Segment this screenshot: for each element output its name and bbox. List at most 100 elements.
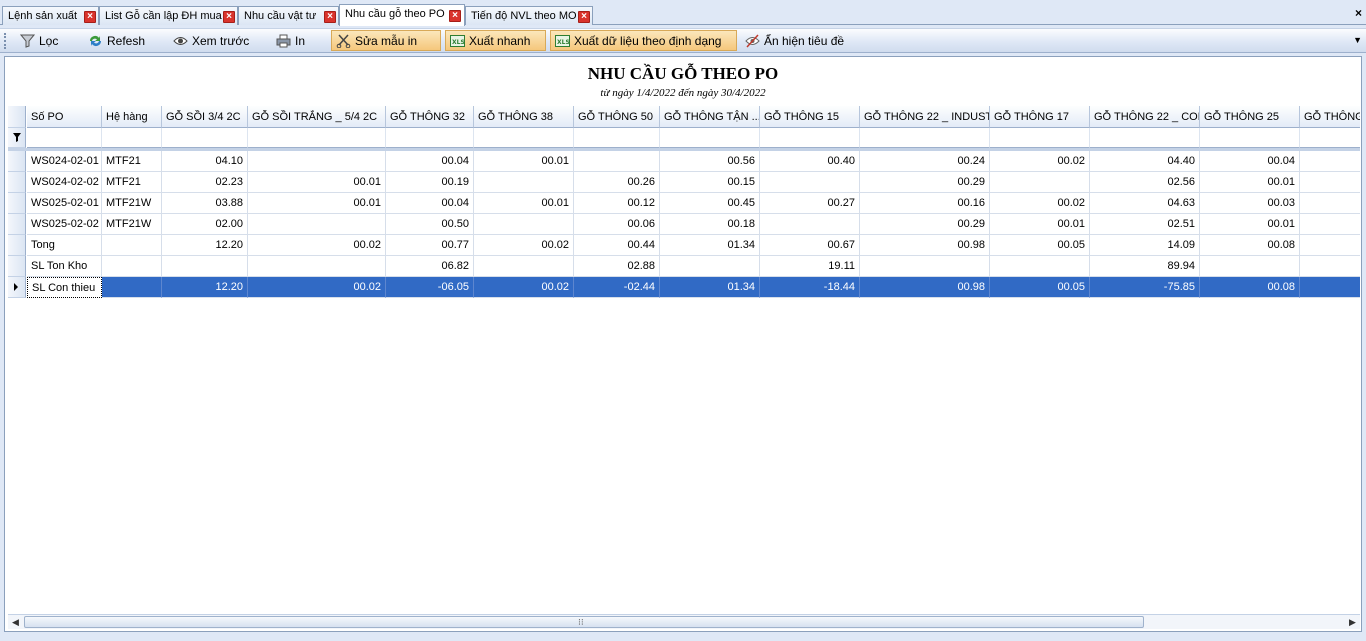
close-icon[interactable]: × [84,11,96,23]
filter-cell[interactable] [760,128,860,148]
table-cell[interactable] [990,256,1090,277]
table-cell[interactable] [1300,214,1360,235]
table-cell[interactable] [474,256,574,277]
row-selector[interactable] [8,235,26,256]
table-cell[interactable]: 00.01 [1200,214,1300,235]
table-cell[interactable]: 00.05 [990,235,1090,256]
row-selector[interactable] [8,214,26,235]
tab-nhu-cau-vat-tu[interactable]: Nhu cầu vật tư × [238,6,339,25]
close-icon[interactable]: × [223,11,235,23]
row-selector[interactable] [8,256,26,277]
table-cell[interactable]: 00.40 [760,151,860,172]
table-cell[interactable]: 00.01 [474,193,574,214]
preview-button[interactable]: Xem trước [169,31,253,51]
table-cell[interactable]: 00.29 [860,172,990,193]
table-cell[interactable] [474,214,574,235]
column-header[interactable]: GỖ SỒI 3/4 2C [162,106,248,128]
table-cell[interactable] [248,151,386,172]
filter-cell[interactable] [162,128,248,148]
column-header[interactable]: GỖ THÔNG 50 [574,106,660,128]
table-cell[interactable]: 00.50 [386,214,474,235]
table-cell[interactable]: 89.94 [1090,256,1200,277]
table-cell[interactable]: 02.00 [162,214,248,235]
row-selector[interactable] [8,172,26,193]
tab-tien-do-nvl-theo-mo[interactable]: Tiến độ NVL theo MO × [465,6,593,25]
column-header[interactable]: GỖ THÔNG 2 [1300,106,1360,128]
column-header[interactable]: GỖ THÔNG 22 _ COL [1090,106,1200,128]
filter-cell[interactable] [1090,128,1200,148]
edit-template-button[interactable]: Sửa mẫu in [331,30,441,51]
filter-cell[interactable] [860,128,990,148]
table-cell[interactable]: 04.63 [1090,193,1200,214]
table-cell[interactable] [760,214,860,235]
table-cell[interactable]: 14.09 [1090,235,1200,256]
table-cell[interactable]: WS024-02-02 [27,172,102,193]
table-cell[interactable]: 00.12 [574,193,660,214]
row-selector[interactable] [8,151,26,172]
table-cell[interactable]: 02.23 [162,172,248,193]
table-cell[interactable]: Tong [27,235,102,256]
table-cell[interactable]: 06.82 [386,256,474,277]
table-cell[interactable]: 00.01 [248,193,386,214]
table-cell[interactable]: 00.04 [386,193,474,214]
column-header[interactable]: GỖ THÔNG 17 [990,106,1090,128]
table-cell[interactable]: 00.45 [660,193,760,214]
table-cell[interactable]: -02.44 [574,277,660,298]
filter-cell[interactable] [27,128,102,148]
table-cell[interactable]: MTF21 [102,151,162,172]
scroll-right-icon[interactable]: ▶ [1345,615,1360,630]
table-cell[interactable] [1300,256,1360,277]
table-cell[interactable] [1300,277,1360,298]
column-header[interactable]: GỖ THÔNG 38 [474,106,574,128]
table-cell[interactable]: SL Ton Kho [27,256,102,277]
table-cell[interactable] [990,172,1090,193]
column-header[interactable]: GỖ THÔNG 15 [760,106,860,128]
table-cell[interactable]: 00.04 [386,151,474,172]
table-cell[interactable] [574,151,660,172]
table-cell[interactable]: -06.05 [386,277,474,298]
filter-cell[interactable] [1200,128,1300,148]
tab-list-go-can-lap-dh-mua[interactable]: List Gỗ cần lập ĐH mua × [99,6,238,25]
table-cell[interactable]: 00.02 [248,277,386,298]
table-cell[interactable]: WS025-02-02 [27,214,102,235]
close-icon[interactable]: × [578,11,590,23]
export-format-button[interactable]: XLS Xuất dữ liệu theo định dạng [550,30,737,51]
table-cell[interactable]: 00.02 [990,193,1090,214]
toolbar-overflow-icon[interactable]: ▼ [1353,35,1362,45]
table-cell[interactable]: 00.16 [860,193,990,214]
toggle-title-button[interactable]: Ẩn hiện tiêu đề [741,31,848,51]
table-cell[interactable]: 00.67 [760,235,860,256]
row-selector[interactable] [8,193,26,214]
table-cell[interactable]: 12.20 [162,235,248,256]
table-cell[interactable]: WS025-02-01 [27,193,102,214]
refresh-button[interactable]: Refesh [84,31,149,51]
filter-cell[interactable] [574,128,660,148]
table-cell[interactable]: 00.01 [1200,172,1300,193]
filter-cell[interactable] [248,128,386,148]
table-cell[interactable] [1300,151,1360,172]
filter-row-selector[interactable] [8,128,26,148]
table-cell[interactable]: 04.10 [162,151,248,172]
column-header[interactable]: GỖ THÔNG TẬN ... [660,106,760,128]
table-cell[interactable]: 00.04 [1200,151,1300,172]
table-cell[interactable]: 00.08 [1200,235,1300,256]
table-cell[interactable]: 00.26 [574,172,660,193]
table-cell[interactable]: 00.77 [386,235,474,256]
close-icon[interactable]: × [449,10,461,22]
table-cell[interactable] [1300,235,1360,256]
table-cell[interactable]: 00.27 [760,193,860,214]
table-cell[interactable]: 02.51 [1090,214,1200,235]
toolbar-grip[interactable] [4,33,7,49]
table-cell[interactable] [1200,256,1300,277]
column-header[interactable]: Hệ hàng [102,106,162,128]
table-cell[interactable] [1300,172,1360,193]
row-selector[interactable] [8,277,26,298]
table-cell[interactable]: WS024-02-01 [27,151,102,172]
column-header[interactable]: GỖ THÔNG 22 _ INDUST [860,106,990,128]
filter-cell[interactable] [386,128,474,148]
table-cell[interactable] [660,256,760,277]
table-cell[interactable] [860,256,990,277]
table-cell[interactable]: 00.05 [990,277,1090,298]
table-cell[interactable]: 00.01 [990,214,1090,235]
filter-cell[interactable] [474,128,574,148]
